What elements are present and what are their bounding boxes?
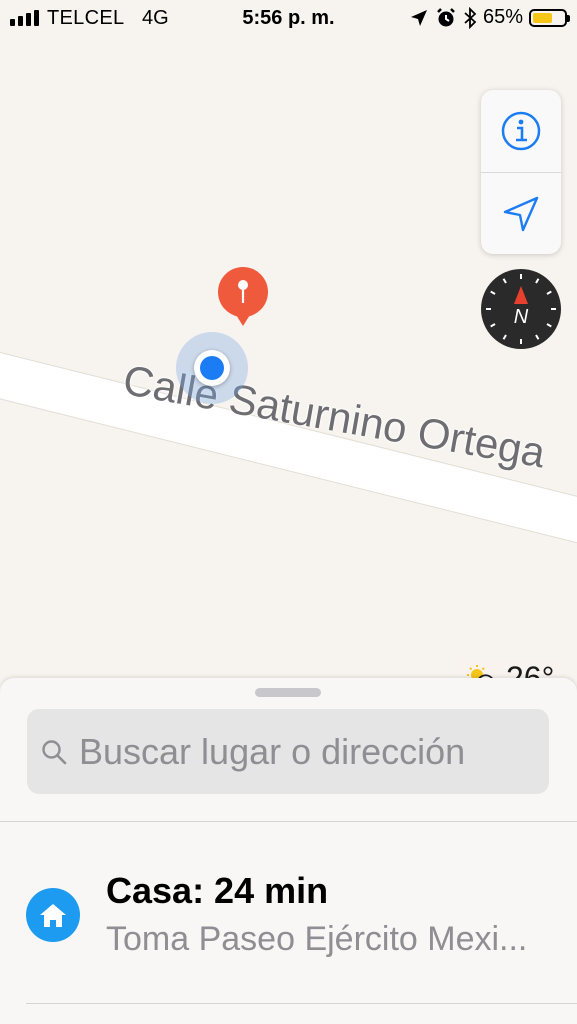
- location-arrow-icon: [410, 9, 427, 26]
- compass-icon[interactable]: N: [480, 268, 562, 350]
- alarm-icon: [437, 7, 455, 26]
- map-view[interactable]: Calle Saturnino Ortega N: [0, 38, 577, 697]
- navigation-arrow-icon: [503, 196, 539, 232]
- search-placeholder: Buscar lugar o dirección: [79, 730, 466, 772]
- favorite-subtitle: Toma Paseo Ejército Mexi...: [106, 920, 528, 958]
- map-pin-icon[interactable]: [217, 266, 269, 326]
- home-icon: [26, 888, 80, 942]
- network-type: 4G: [142, 7, 169, 29]
- compass-north-label: N: [514, 306, 529, 328]
- search-field[interactable]: Buscar lugar o dirección: [27, 709, 549, 794]
- signal-icon: [10, 10, 39, 26]
- map-controls: [481, 90, 561, 254]
- info-icon: [501, 111, 541, 151]
- battery-fill: [533, 12, 553, 23]
- favorite-home-row[interactable]: Casa: 24 min Toma Paseo Ejército Mexi...: [0, 822, 577, 1002]
- carrier-name: TELCEL: [47, 7, 125, 29]
- user-location-dot[interactable]: [194, 350, 230, 386]
- sheet-grabber[interactable]: [255, 688, 321, 697]
- status-bar: TELCEL 4G 5:56 p. m. 65%: [0, 0, 577, 38]
- favorite-title: Casa: 24 min: [106, 870, 329, 911]
- search-icon: [42, 739, 67, 764]
- battery-percent: 65%: [482, 6, 523, 28]
- bottom-sheet[interactable]: Buscar lugar o dirección Casa: 24 min To…: [0, 678, 577, 1024]
- battery-icon: [529, 8, 570, 27]
- info-button[interactable]: [481, 90, 561, 172]
- divider: [26, 1003, 577, 1004]
- track-location-button[interactable]: [481, 172, 561, 254]
- bluetooth-icon: [464, 6, 477, 29]
